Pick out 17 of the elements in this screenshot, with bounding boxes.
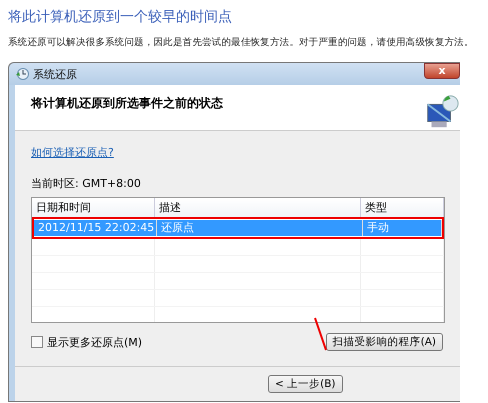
header-title: 将计算机还原到所选事件之前的状态 [31,95,223,112]
table-cell: 手动 [363,220,442,236]
back-button[interactable]: < 上一步(B) [268,375,343,393]
table-cell: 还原点 [157,220,363,236]
help-link[interactable]: 如何选择还原点? [31,145,114,160]
restore-icon [15,67,29,81]
column-header[interactable]: 日期和时间 [32,198,155,217]
checkbox-label: 显示更多还原点(M) [47,334,142,350]
column-header[interactable]: 描述 [155,198,361,217]
table-cell: 2012/11/15 22:02:45 [34,220,157,236]
page-description: 系统还原可以解决很多系统问题，因此是首先尝试的最佳恢复方法。对于严重的问题，请使用高级恢复方法。 [8,36,475,50]
timezone-label: 当前时区: GMT+8:00 [31,176,142,191]
checkbox[interactable] [31,336,43,348]
column-header[interactable]: 类型 [361,198,444,217]
window-title: 系统还原 [33,66,77,82]
page-heading: 将此计算机还原到一个较早的时间点 [8,8,233,27]
scan-button[interactable]: 扫描受影响的程序(A) [326,333,443,351]
